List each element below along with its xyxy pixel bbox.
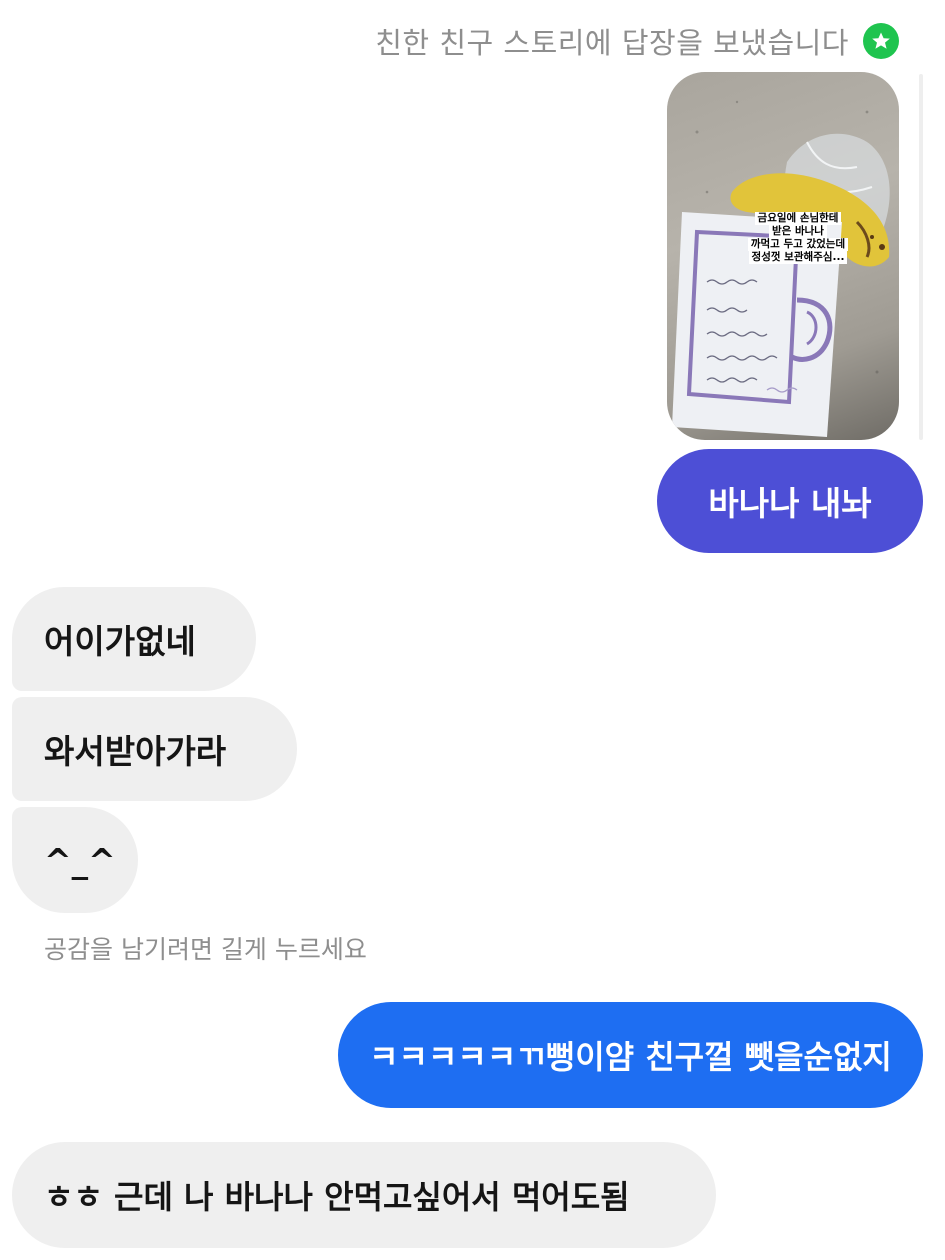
story-caption: 금요일에 손님한테 받은 바나나 까먹고 두고 갔었는데 정성껏 보관해주심..… (743, 212, 853, 264)
message-text: ㅋㅋㅋㅋㅋㄲ뻥이얌 친구껄 뺏을순없지 (369, 1038, 892, 1076)
sent-message-bubble[interactable]: ㅋㅋㅋㅋㅋㄲ뻥이얌 친구껄 뺏을순없지 (338, 1002, 923, 1108)
message-text: ㅎㅎ 근데 나 바나나 안먹고싶어서 먹어도됨 (44, 1178, 630, 1216)
close-friends-badge (863, 23, 899, 59)
caption-line: 금요일에 손님한테 (754, 212, 842, 225)
message-text: ^_^ (44, 840, 116, 880)
sent-message-bubble[interactable]: 바나나 내놔 (657, 449, 923, 553)
scrollbar[interactable] (919, 74, 923, 440)
caption-line: 까먹고 두고 갔었는데 (747, 238, 849, 251)
received-message-bubble[interactable]: ^_^ (12, 807, 138, 913)
caption-line: 정성껏 보관해주심... (748, 251, 848, 264)
story-reply-header: 친한 친구 스토리에 답장을 보냈습니다 (0, 18, 945, 64)
story-thumbnail[interactable]: 금요일에 손님한테 받은 바나나 까먹고 두고 갔었는데 정성껏 보관해주심..… (667, 72, 899, 440)
reaction-hint: 공감을 남기려면 길게 누르세요 (44, 935, 367, 964)
story-reply-label: 친한 친구 스토리에 답장을 보냈습니다 (375, 26, 849, 60)
star-icon (872, 32, 890, 49)
received-message-bubble[interactable]: 어이가없네 (12, 587, 256, 691)
message-text: 어이가없네 (44, 622, 196, 661)
received-message-bubble[interactable]: 와서받아가라 (12, 697, 297, 801)
message-text: 와서받아가라 (44, 732, 227, 771)
received-message-bubble[interactable]: ㅎㅎ 근데 나 바나나 안먹고싶어서 먹어도됨 (12, 1142, 716, 1248)
message-text: 바나나 내놔 (708, 484, 872, 523)
caption-line: 받은 바나나 (769, 225, 827, 238)
